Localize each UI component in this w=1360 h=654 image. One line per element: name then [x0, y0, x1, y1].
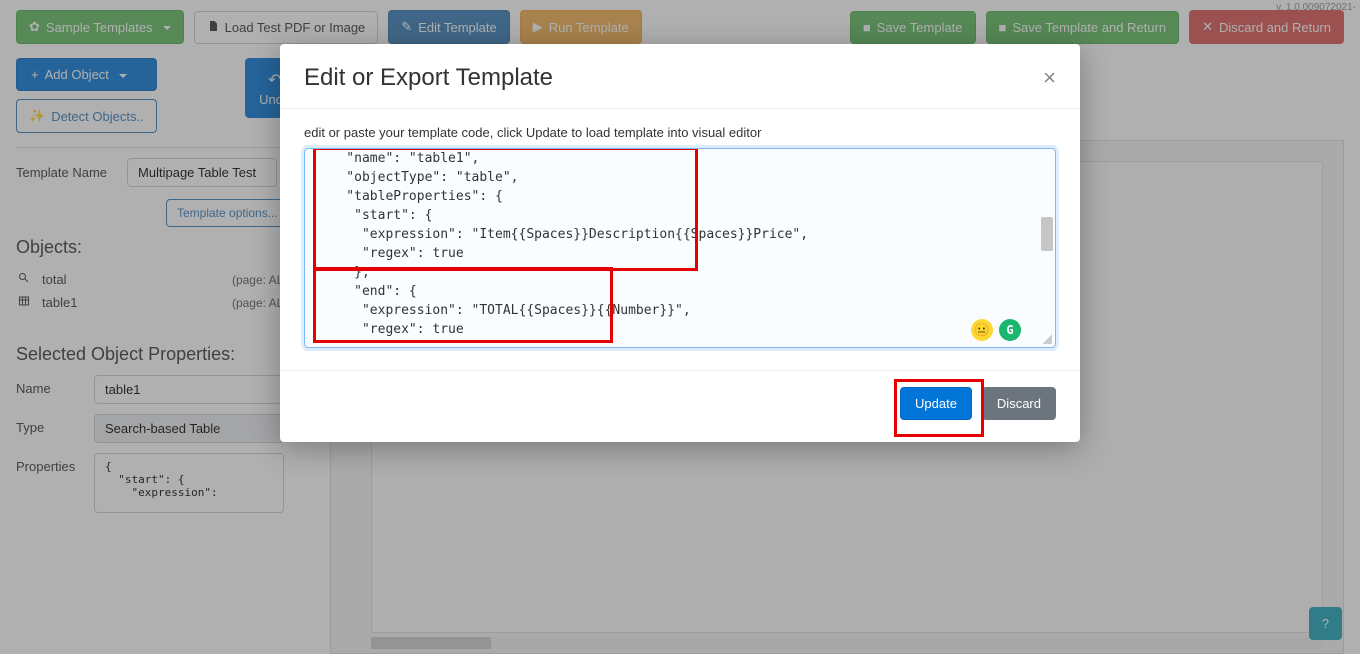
- resize-handle[interactable]: [1042, 334, 1052, 344]
- template-code-textarea[interactable]: "name": "table1", "objectType": "table",…: [304, 148, 1056, 348]
- discard-button[interactable]: Discard: [982, 387, 1056, 420]
- modal-overlay: Edit or Export Template × edit or paste …: [0, 0, 1360, 654]
- update-button[interactable]: Update: [900, 387, 972, 420]
- modal-title: Edit or Export Template: [304, 64, 1043, 92]
- edit-template-modal: Edit or Export Template × edit or paste …: [280, 44, 1080, 442]
- vertical-scrollbar[interactable]: [1041, 217, 1053, 251]
- modal-close-button[interactable]: ×: [1043, 65, 1056, 91]
- grammarly-icon[interactable]: G: [999, 319, 1021, 341]
- modal-description: edit or paste your template code, click …: [304, 125, 1056, 140]
- emoji-icon[interactable]: 😐: [971, 319, 993, 341]
